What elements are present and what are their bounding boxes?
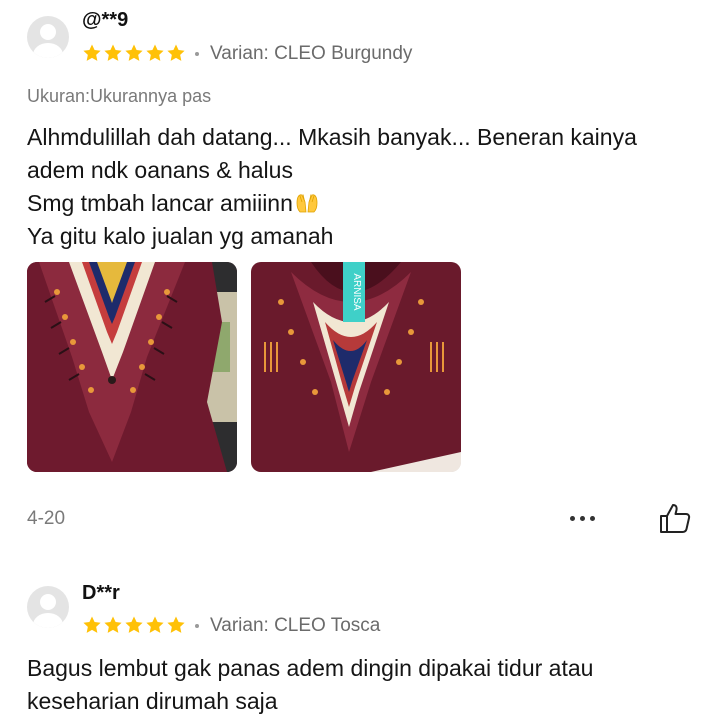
star-icon [146,616,164,633]
review-text-line-with-emoji: Smg tmbah lancar amiiinn [27,190,320,217]
photo-burgundy-dress-flat [27,262,237,472]
separator-dot [195,624,199,628]
star-icon [125,616,143,633]
star-icon [125,44,143,61]
review-text-line: Bagus lembut gak panas adem dingin dipak… [27,655,594,681]
more-options-icon[interactable] [570,516,595,521]
star-icon [83,616,101,633]
review-date: 4-20 [27,508,66,529]
star-icon [104,44,122,61]
star-icon [83,44,101,61]
star-rating [82,43,186,63]
star-rating [82,615,186,635]
review-text-line: Alhmdulillah dah datang... Mkasih banyak… [27,124,637,150]
separator-dot [195,52,199,56]
size-note: Ukuran:Ukurannya pas [27,86,212,106]
review-photo[interactable]: ARNISA [251,262,461,472]
review-text-line: keseharian dirumah saja [27,688,278,714]
palms-up-together-emoji [296,194,318,213]
review-card: D**r Varian: CLEO Tosca Bagus lembut gak… [0,560,720,720]
avatar[interactable] [27,16,69,58]
thumbs-up-icon[interactable] [658,502,692,534]
variant-label: Varian: CLEO Burgundy [210,43,413,64]
star-icon [146,44,164,61]
review-text-line: Ya gitu kalo jualan yg amanah [27,223,334,249]
product-tag-text: ARNISA [351,273,362,311]
reviewer-name: @**9 [82,9,129,31]
reviewer-name: D**r [82,582,120,604]
review-text-line: adem ndk oanans & halus [27,157,293,183]
photo-burgundy-dress-with-tag: ARNISA [251,262,461,472]
variant-label: Varian: CLEO Tosca [210,615,381,636]
star-icon [167,44,185,61]
review-photo[interactable] [27,262,237,472]
review-card: @**9 Varian: CLEO Burgundy Ukuran:Ukuran… [0,0,720,560]
star-icon [104,616,122,633]
star-icon [167,616,185,633]
avatar[interactable] [27,586,69,628]
review-text-line: Smg tmbah lancar amiiinn [27,190,293,216]
